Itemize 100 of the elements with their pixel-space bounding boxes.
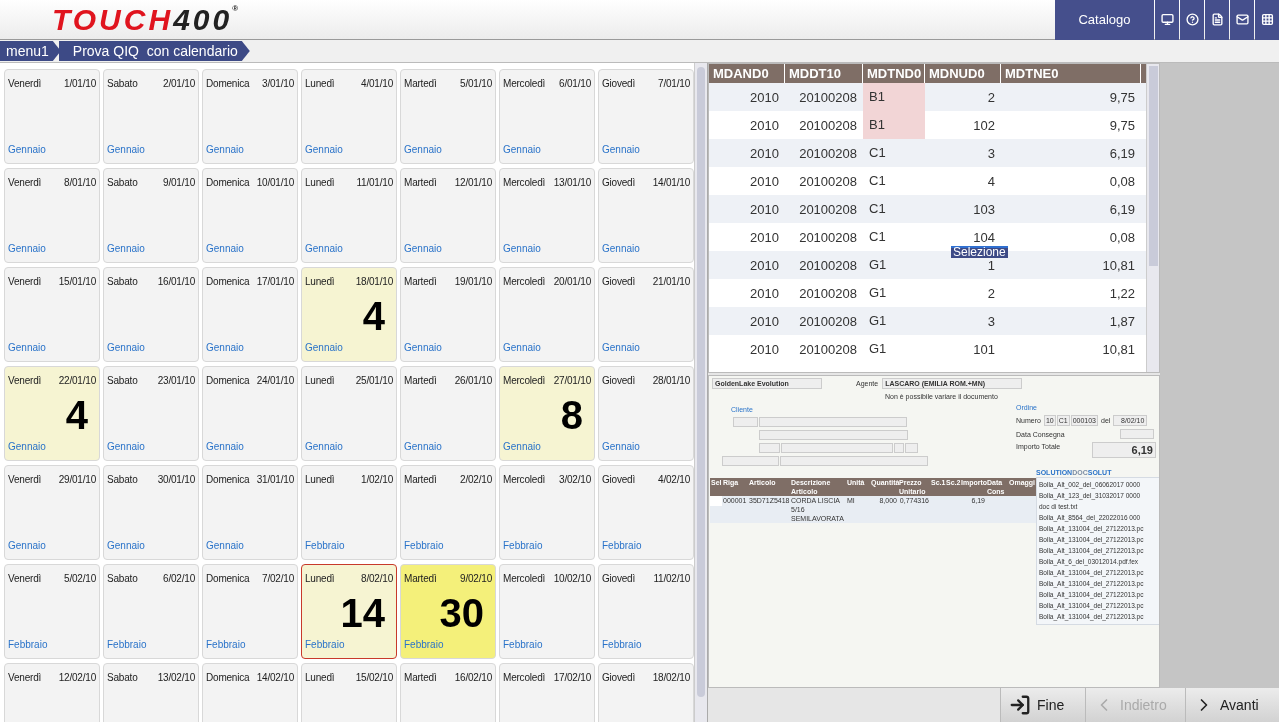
day-tile[interactable]: Domenica 7/02/10 Febbraio — [202, 564, 298, 659]
day-tile[interactable]: Mercoledì 13/01/10 Gennaio — [499, 168, 595, 263]
logo: TOUCH400® — [52, 4, 242, 35]
weekday-label: Sabato — [107, 473, 138, 487]
month-label: Gennaio — [602, 440, 640, 454]
day-tile[interactable]: Sabato 13/02/10 — [103, 663, 199, 722]
table-cell-text: 1,87 — [1108, 313, 1136, 329]
weekday-label: Domenica — [206, 374, 250, 388]
day-tile[interactable]: Martedì 2/02/10 Febbraio — [400, 465, 496, 560]
count-value: 8 — [560, 395, 583, 435]
date-label: 5/01/10 — [460, 77, 492, 91]
breadcrumb-item[interactable]: menu1 — [0, 41, 61, 61]
day-tile[interactable]: Mercoledì 27/01/10 8 Gennaio — [499, 366, 595, 461]
catalog-button[interactable]: Catalogo — [1055, 0, 1154, 40]
table-cell-text: 10,81 — [1101, 341, 1136, 357]
day-tile[interactable]: Lunedì 18/01/10 4 Gennaio — [301, 267, 397, 362]
day-tile[interactable]: Giovedì 7/01/10 Gennaio — [598, 69, 694, 164]
date-label: 14/02/10 — [256, 671, 294, 685]
day-tile[interactable]: Giovedì 28/01/10 Gennaio — [598, 366, 694, 461]
help-icon[interactable] — [1180, 0, 1204, 40]
row-checkbox[interactable] — [710, 496, 722, 506]
day-tile[interactable]: Lunedì 4/01/10 Gennaio — [301, 69, 397, 164]
table-cell-text: C1 — [868, 228, 887, 246]
day-tile[interactable]: Venerdì 15/01/10 Gennaio — [4, 267, 100, 362]
date-label: 6/02/10 — [163, 572, 195, 586]
day-tile[interactable]: Venerdì 22/01/10 4 Gennaio — [4, 366, 100, 461]
date-label: 14/01/10 — [652, 176, 690, 190]
month-label: Febbraio — [107, 638, 147, 652]
month-label: Gennaio — [503, 143, 541, 157]
day-tile[interactable]: Domenica 10/01/10 Gennaio — [202, 168, 298, 263]
day-tile[interactable]: Martedì 19/01/10 Gennaio — [400, 267, 496, 362]
month-label: Gennaio — [206, 440, 244, 454]
date-label: 8/02/10 — [361, 572, 393, 586]
footer-button[interactable]: Fine — [1000, 688, 1085, 722]
day-tile[interactable]: Sabato 30/01/10 Gennaio — [103, 465, 199, 560]
day-tile[interactable]: Giovedì 11/02/10 Febbraio — [598, 564, 694, 659]
day-tile[interactable]: Martedì 5/01/10 Gennaio — [400, 69, 496, 164]
day-tile[interactable]: Mercoledì 10/02/10 Febbraio — [499, 564, 595, 659]
mail-icon[interactable] — [1230, 0, 1254, 40]
date-label: 13/02/10 — [157, 671, 195, 685]
month-label: Gennaio — [602, 143, 640, 157]
table-cell-text: 3 — [986, 313, 996, 329]
date-label: 7/02/10 — [262, 572, 294, 586]
day-tile[interactable]: Venerdì 5/02/10 Febbraio — [4, 564, 100, 659]
day-tile[interactable]: Giovedì 4/02/10 Febbraio — [598, 465, 694, 560]
weekday-label: Domenica — [206, 176, 250, 190]
day-tile[interactable]: Mercoledì 20/01/10 Gennaio — [499, 267, 595, 362]
weekday-label: Lunedì — [305, 671, 335, 685]
month-label: Gennaio — [107, 539, 145, 553]
day-tile[interactable]: Sabato 9/01/10 Gennaio — [103, 168, 199, 263]
day-tile[interactable]: Domenica 31/01/10 Gennaio — [202, 465, 298, 560]
day-tile[interactable]: Venerdì 1/01/10 Gennaio — [4, 69, 100, 164]
day-tile[interactable]: Domenica 3/01/10 Gennaio — [202, 69, 298, 164]
date-label: 31/01/10 — [256, 473, 294, 487]
day-tile[interactable]: Giovedì 18/02/10 — [598, 663, 694, 722]
day-tile[interactable]: Lunedì 11/01/10 Gennaio — [301, 168, 397, 263]
day-tile[interactable]: Sabato 23/01/10 Gennaio — [103, 366, 199, 461]
scrollbar[interactable] — [694, 63, 707, 722]
day-tile[interactable]: Giovedì 21/01/10 Gennaio — [598, 267, 694, 362]
table-cell-text: 4 — [986, 173, 996, 189]
monitor-icon[interactable] — [1155, 0, 1179, 40]
day-tile[interactable]: Venerdì 29/01/10 Gennaio — [4, 465, 100, 560]
weekday-label: Domenica — [206, 77, 250, 91]
day-tile[interactable]: Domenica 24/01/10 Gennaio — [202, 366, 298, 461]
day-tile[interactable]: Lunedì 8/02/10 14 Febbraio — [301, 564, 397, 659]
date-label: 16/01/10 — [157, 275, 195, 289]
day-tile[interactable]: Martedì 9/02/10 30 Febbraio — [400, 564, 496, 659]
day-tile[interactable]: Domenica 14/02/10 — [202, 663, 298, 722]
day-tile[interactable]: Venerdì 8/01/10 Gennaio — [4, 168, 100, 263]
footer-button[interactable]: Avanti — [1185, 688, 1279, 722]
day-tile[interactable]: Venerdì 12/02/10 — [4, 663, 100, 722]
day-tile[interactable]: Sabato 16/01/10 Gennaio — [103, 267, 199, 362]
date-label: 18/02/10 — [652, 671, 690, 685]
day-tile[interactable]: Giovedì 14/01/10 Gennaio — [598, 168, 694, 263]
day-tile[interactable]: Mercoledì 17/02/10 — [499, 663, 595, 722]
date-label: 15/02/10 — [355, 671, 393, 685]
month-label: Gennaio — [305, 440, 343, 454]
scrollbar[interactable] — [1146, 64, 1159, 372]
day-tile[interactable]: Martedì 12/01/10 Gennaio — [400, 168, 496, 263]
table-cell-text: 103 — [972, 201, 996, 217]
breadcrumb-item[interactable]: Prova QIQ con calendario — [58, 41, 250, 61]
grid-icon[interactable] — [1255, 0, 1279, 40]
day-tile[interactable]: Lunedì 15/02/10 — [301, 663, 397, 722]
day-tile[interactable]: Lunedì 1/02/10 Febbraio — [301, 465, 397, 560]
month-label: Gennaio — [8, 341, 46, 355]
table-cell-text: 20100208 — [798, 257, 858, 273]
date-label: 2/01/10 — [163, 77, 195, 91]
weekday-label: Venerdì — [8, 572, 42, 586]
day-tile[interactable]: Mercoledì 6/01/10 Gennaio — [499, 69, 595, 164]
table-cell-text: 2010 — [749, 285, 780, 301]
date-label: 25/01/10 — [355, 374, 393, 388]
day-tile[interactable]: Sabato 2/01/10 Gennaio — [103, 69, 199, 164]
day-tile[interactable]: Domenica 17/01/10 Gennaio — [202, 267, 298, 362]
day-tile[interactable]: Sabato 6/02/10 Febbraio — [103, 564, 199, 659]
document-icon[interactable] — [1205, 0, 1229, 40]
day-tile[interactable]: Mercoledì 3/02/10 Febbraio — [499, 465, 595, 560]
date-label: 11/02/10 — [653, 572, 690, 586]
day-tile[interactable]: Martedì 26/01/10 Gennaio — [400, 366, 496, 461]
day-tile[interactable]: Martedì 16/02/10 — [400, 663, 496, 722]
day-tile[interactable]: Lunedì 25/01/10 Gennaio — [301, 366, 397, 461]
